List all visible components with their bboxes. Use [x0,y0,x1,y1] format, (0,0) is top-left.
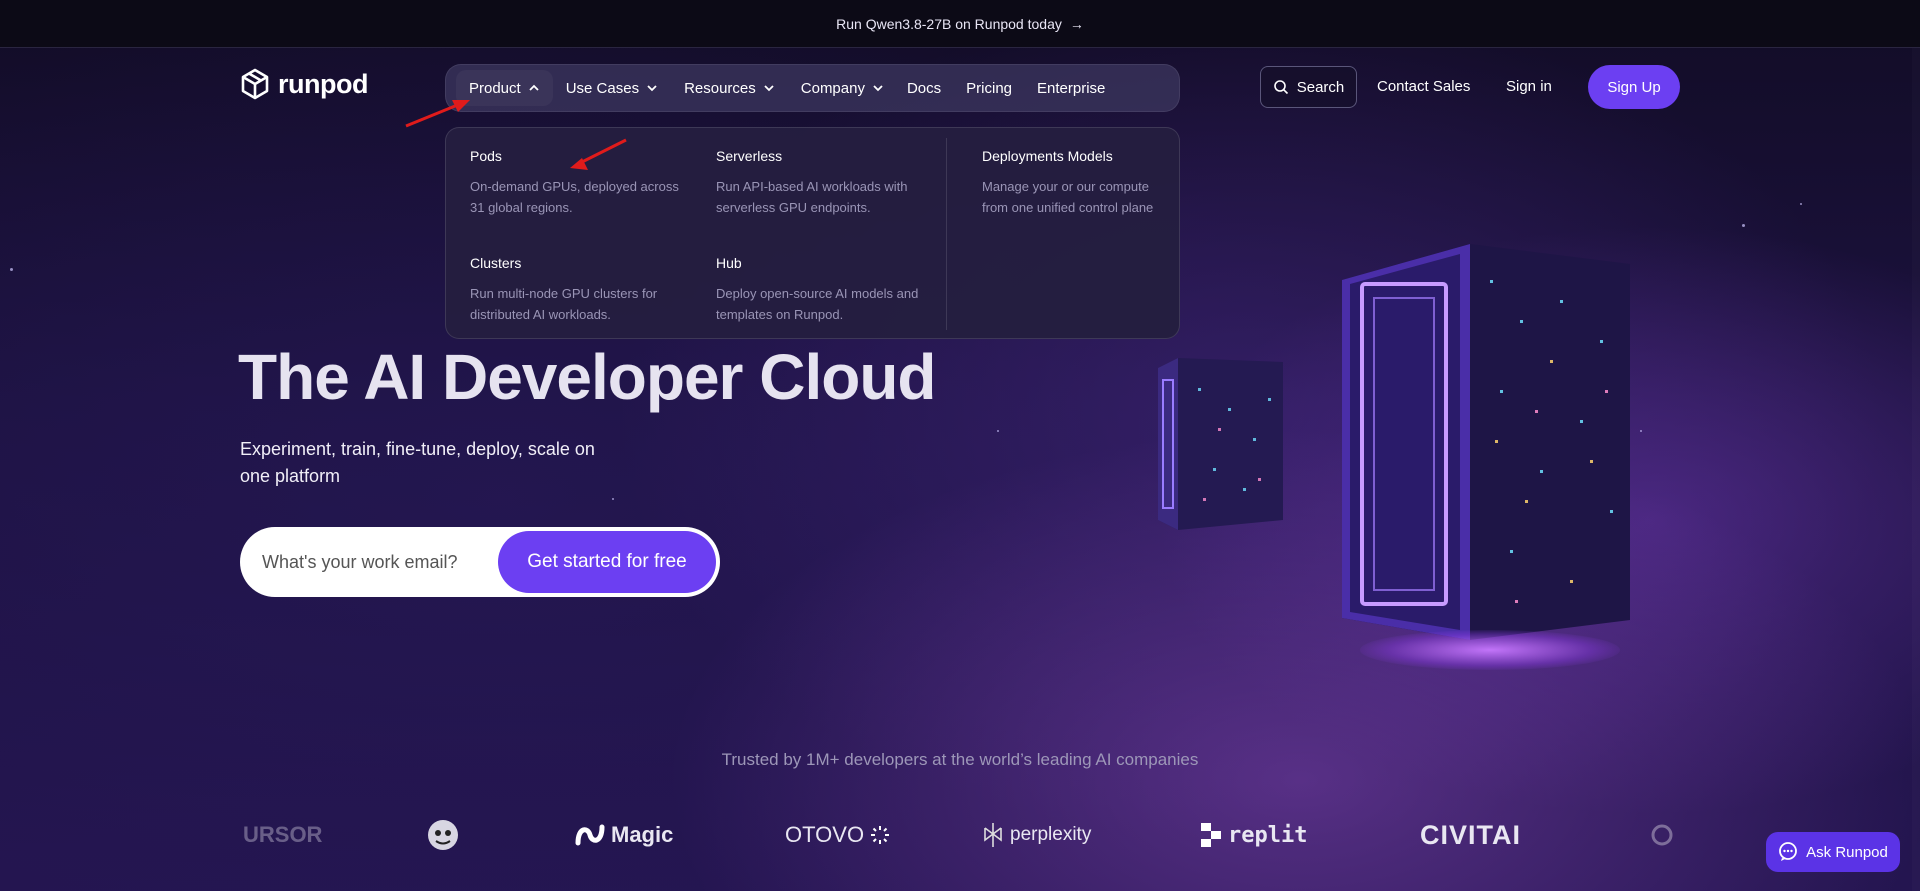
nav-label: Use Cases [565,79,640,97]
chat-bubble-icon [1779,842,1798,861]
get-started-button[interactable]: Get started for free [498,531,716,593]
announcement-text[interactable]: Run Qwen3.8-27B on Runpod today [836,16,1062,32]
menu-item-title: Clusters [470,255,522,271]
chevron-down-icon [873,85,883,92]
replit-icon [1201,823,1221,847]
customer-logos: URSOR Magic OTOVO perplexity replit CIVI… [0,815,1920,855]
product-dropdown-menu: Pods On-demand GPUs, deployed across 31 … [445,127,1180,339]
magic-wordmark: Magic [611,822,674,847]
chevron-down-icon [647,85,657,92]
magic-logo: Magic [575,815,673,855]
mascot-icon [428,820,458,850]
chevron-down-icon [764,85,774,92]
main-nav: Product Use Cases Resources Company Docs… [445,64,1180,112]
menu-item-clusters[interactable]: Clusters Run multi-node GPU clusters for… [470,255,680,325]
menu-item-description: On-demand GPUs, deployed across 31 globa… [470,179,679,215]
nav-label: Pricing [966,79,1013,97]
brand-name: runpod [278,68,368,99]
replit-wordmark: replit [1228,822,1308,848]
perplexity-wordmark: perplexity [1010,824,1092,845]
menu-item-title: Serverless [716,148,783,164]
cursor-wordmark: URSOR [243,822,323,847]
hero-subtitle: Experiment, train, fine-tune, deploy, sc… [240,439,595,486]
nav-label: Company [800,79,865,97]
sun-icon [871,826,890,844]
contact-sales-link[interactable]: Contact Sales [1377,78,1470,95]
star [1640,430,1642,432]
nav-label: Enterprise [1037,79,1106,97]
star [1800,203,1802,205]
nav-item-company[interactable]: Company [788,70,897,106]
civitai-wordmark: CIVITAI [1420,819,1521,850]
sign-in-link[interactable]: Sign in [1506,78,1552,95]
nav-item-use-cases[interactable]: Use Cases [553,70,671,106]
nav-label: Resources [684,79,756,97]
runpod-logo[interactable]: runpod [240,68,368,100]
menu-item-description: Run multi-node GPU clusters for distribu… [470,286,658,322]
otovo-logo: OTOVO [785,815,890,855]
cursor-logo: URSOR [243,815,322,855]
small-server-illustration [1158,358,1283,530]
menu-item-hub[interactable]: Hub Deploy open-source AI models and tem… [716,255,926,325]
star [997,430,999,432]
arrow-right-icon: → [1069,15,1084,32]
work-email-input[interactable] [244,531,498,593]
star [612,498,614,500]
server-glow [1360,630,1620,670]
hero-title: The AI Developer Cloud [238,341,936,413]
trusted-by-text: Trusted by 1M+ developers at the world’s… [721,750,1199,769]
star [10,268,13,271]
nav-item-docs[interactable]: Docs [897,70,951,106]
otovo-wordmark: OTOVO [785,822,865,847]
email-signup-form: Get started for free [240,527,720,597]
menu-divider [946,138,947,330]
perplexity-logo: perplexity [982,815,1091,855]
mascot-logo [426,815,460,855]
page-scrollbar[interactable] [1912,48,1920,891]
civitai-logo: CIVITAI [1420,815,1521,855]
replit-logo: replit [1200,815,1307,855]
magic-icon [575,824,605,846]
nav-item-resources[interactable]: Resources [671,70,788,106]
menu-item-title: Hub [716,255,742,271]
nav-label: Docs [906,79,942,97]
ask-label: Ask Runpod [1806,843,1888,861]
perplexity-icon [984,823,1002,847]
menu-item-title: Deployments Models [982,148,1113,164]
menu-item-description: Manage your or our compute from one unif… [982,179,1154,215]
partial-logo [1650,815,1674,855]
sign-up-button[interactable]: Sign Up [1588,65,1680,109]
nav-item-enterprise[interactable]: Enterprise [1027,70,1115,106]
menu-item-description: Deploy open-source AI models and templat… [716,286,919,322]
star [1742,224,1745,227]
search-label: Search [1296,78,1345,96]
ask-runpod-button[interactable]: Ask Runpod [1766,832,1900,872]
menu-item-title: Pods [470,148,502,164]
gear-logo-icon [1651,824,1673,846]
menu-item-description: Run API-based AI workloads with serverle… [716,179,908,215]
nav-item-product[interactable]: Product [456,70,553,106]
announcement-bar[interactable]: Run Qwen3.8-27B on Runpod today → [0,0,1920,48]
menu-item-serverless[interactable]: Serverless Run API-based AI workloads wi… [716,148,926,218]
search-icon [1273,80,1288,95]
search-button[interactable]: Search [1260,66,1357,108]
nav-label: Product [469,79,521,97]
menu-item-pods[interactable]: Pods On-demand GPUs, deployed across 31 … [470,148,680,218]
chevron-up-icon [529,84,539,91]
nav-item-pricing[interactable]: Pricing [951,70,1027,106]
large-server-illustration [1342,244,1630,640]
runpod-cube-icon [241,68,269,100]
menu-item-deployments-models[interactable]: Deployments Models Manage your or our co… [982,148,1162,218]
